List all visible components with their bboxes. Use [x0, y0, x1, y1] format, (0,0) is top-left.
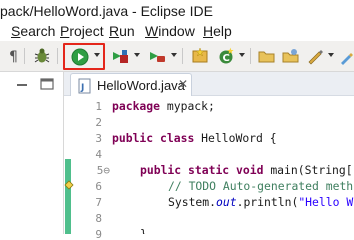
code-line: public static void main(String[	[140, 163, 353, 177]
package-explorer-panel	[0, 72, 64, 234]
line-number-fold[interactable]: 5⊖	[80, 164, 110, 177]
menu-bar: Search Project Run Window Help	[0, 21, 354, 41]
open-folder-icon[interactable]	[257, 46, 277, 66]
code-area[interactable]: package mypack; public class HelloWord {…	[112, 97, 354, 234]
menu-project[interactable]: Project	[60, 23, 104, 39]
minimize-icon[interactable]	[16, 80, 28, 90]
overview-ruler	[64, 97, 74, 234]
toolbar-separator	[57, 48, 58, 64]
code-line: package mypack;	[112, 99, 215, 113]
menu-window[interactable]: Window	[145, 23, 195, 39]
new-class-icon[interactable]: C	[216, 46, 236, 66]
code-line: // TODO Auto-generated meth	[168, 179, 354, 193]
menu-help[interactable]: Help	[203, 23, 232, 39]
code-line: public class HelloWord {	[112, 131, 277, 145]
external-tools-icon[interactable]	[148, 46, 168, 66]
toolbar-separator	[182, 48, 183, 64]
line-number: 2	[95, 116, 102, 129]
line-number: 7	[95, 196, 102, 209]
editor-tab-helloword[interactable]: J HelloWord.java ✕	[70, 73, 192, 96]
line-number-gutter: 1 2 3 4 5⊖ 6 7 8 9	[72, 97, 110, 240]
close-icon[interactable]: ✕	[178, 77, 188, 91]
run-dropdown-icon[interactable]	[94, 53, 100, 57]
main-toolbar: ¶ C	[0, 41, 354, 72]
title-bar: pack/HelloWord.java - Eclipse IDE	[0, 0, 354, 21]
svg-text:¶: ¶	[9, 49, 18, 65]
new-class-dropdown-icon[interactable]	[239, 53, 245, 57]
line-number: 3	[95, 132, 102, 145]
java-file-icon: J	[78, 78, 91, 94]
editor-tab-strip: J HelloWord.java ✕	[64, 72, 354, 96]
line-number: 6	[95, 180, 102, 193]
line-number: 9	[95, 228, 102, 240]
code-line: }	[140, 227, 147, 234]
search-icon[interactable]	[305, 46, 325, 66]
svg-text:C: C	[223, 53, 230, 64]
menu-run[interactable]: Run	[109, 23, 135, 39]
tab-label: HelloWord.java	[97, 78, 185, 93]
line-number: 1	[95, 100, 102, 113]
pin-icon[interactable]: ¶	[8, 46, 20, 66]
menu-search[interactable]: Search	[11, 23, 55, 39]
maximize-icon[interactable]	[40, 78, 54, 90]
java-editor: J HelloWord.java ✕ 1 2 3 4 5⊖ 6 7 8 9 pa…	[64, 72, 354, 240]
change-marker	[65, 159, 71, 234]
toolbar-separator	[24, 48, 25, 64]
coverage-dropdown-icon[interactable]	[134, 53, 140, 57]
new-java-project-icon[interactable]	[190, 46, 210, 66]
open-type-icon[interactable]	[281, 46, 301, 66]
run-icon[interactable]	[71, 48, 89, 66]
line-number: 8	[95, 212, 102, 225]
debug-icon[interactable]	[32, 46, 52, 66]
coverage-icon[interactable]	[111, 46, 131, 66]
code-line: System.out.println("Hello W	[168, 195, 354, 209]
search-dropdown-icon[interactable]	[328, 53, 334, 57]
svg-text:J: J	[80, 83, 84, 93]
toolbar-separator	[250, 48, 251, 64]
window-title: pack/HelloWord.java - Eclipse IDE	[0, 3, 213, 19]
external-tools-dropdown-icon[interactable]	[171, 53, 177, 57]
line-number: 4	[95, 148, 102, 161]
pencil-icon[interactable]	[338, 46, 354, 66]
